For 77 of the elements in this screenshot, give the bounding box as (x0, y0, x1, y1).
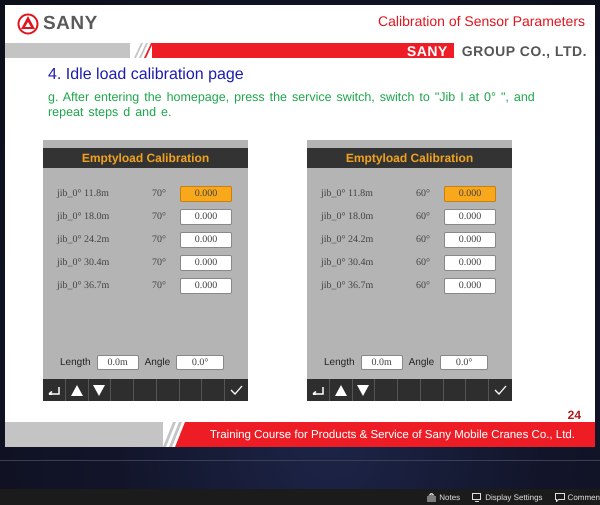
toolbar-button[interactable] (88, 379, 112, 401)
value-field[interactable]: 0.000 (444, 254, 496, 270)
toolbar-button[interactable] (489, 379, 512, 401)
value-field[interactable]: 0.000 (444, 278, 496, 294)
length-label: Length (324, 357, 355, 368)
logo-icon (17, 13, 39, 35)
toolbar-button[interactable] (307, 379, 330, 401)
jib-label: jib_0° 36.7m (57, 280, 110, 291)
angle-label: 70° (152, 257, 167, 268)
angle-label: 70° (152, 234, 167, 245)
brand-name: SANY (406, 42, 449, 58)
blank-key[interactable] (156, 379, 180, 401)
down-arrow-icon (93, 384, 106, 396)
toolbar-button[interactable] (352, 379, 376, 401)
blank-key[interactable] (398, 379, 421, 401)
length-field[interactable]: 0.0m (96, 355, 139, 370)
notes-icon (427, 492, 436, 502)
jib-label: jib_0° 11.8m (321, 188, 374, 199)
value-field[interactable]: 0.000 (180, 254, 232, 270)
slide-title: Calibration of Sensor Parameters (378, 13, 585, 29)
jib-label: jib_0° 24.2m (321, 234, 374, 245)
angle-label: 70° (152, 280, 167, 291)
angle-field[interactable]: 0.0° (440, 355, 488, 370)
angle-label: Angle (144, 357, 170, 368)
angle-label: Angle (408, 357, 434, 368)
up-arrow-icon (334, 384, 347, 396)
status-button[interactable]: Commen (554, 492, 600, 502)
value-field[interactable]: 0.000 (444, 186, 496, 202)
instruction-text: g. After entering the homepage, press the service switch, switch to "Jib I at 0° ", and repeat steps d and e. (47, 89, 536, 120)
company-name: GROUP CO., LTD. (460, 42, 588, 58)
blank-key[interactable] (134, 379, 157, 401)
value-field[interactable]: 0.000 (444, 232, 496, 248)
up-arrow-icon (70, 384, 83, 396)
angle-label: 60° (416, 280, 431, 291)
check-icon (494, 385, 508, 395)
blank-key[interactable] (420, 379, 444, 401)
toolbar-button[interactable] (225, 379, 248, 401)
angle-field[interactable]: 0.0° (176, 355, 224, 370)
angle-label: 60° (416, 234, 431, 245)
status-button[interactable]: Display Settings (472, 492, 543, 502)
return-icon (312, 386, 324, 394)
jib-label: jib_0° 18.0m (321, 211, 374, 222)
status-button[interactable]: Notes (427, 492, 460, 502)
footer-text: Training Course for Products & Service of Sany Mobile Cranes Co., Ltd. (210, 428, 575, 440)
toolbar-button[interactable] (43, 379, 66, 401)
page-number: 24 (568, 408, 581, 422)
logo-text: SANY (43, 13, 98, 35)
angle-label: 70° (152, 188, 167, 199)
value-field[interactable]: 0.000 (444, 208, 496, 224)
angle-label: 60° (416, 211, 431, 222)
return-icon (48, 386, 60, 394)
angle-label: 60° (416, 188, 431, 199)
jib-label: jib_0° 30.4m (321, 257, 374, 268)
jib-label: jib_0° 11.8m (57, 188, 110, 199)
length-label: Length (60, 357, 91, 368)
value-field[interactable]: 0.000 (180, 186, 232, 202)
comment-icon (554, 492, 565, 502)
section-heading: 4. Idle load calibration page (47, 65, 245, 84)
value-field[interactable]: 0.000 (180, 232, 232, 248)
screen-title: Emptyload Calibration (307, 148, 512, 168)
angle-label: 70° (152, 211, 167, 222)
jib-label: jib_0° 30.4m (57, 257, 110, 268)
check-icon (230, 385, 244, 395)
blank-key[interactable] (444, 379, 466, 401)
toolbar-button[interactable] (66, 379, 89, 401)
screen-title: Emptyload Calibration (43, 148, 248, 168)
toolbar-button[interactable] (330, 379, 353, 401)
length-field[interactable]: 0.0m (360, 355, 403, 370)
angle-label: 60° (416, 257, 431, 268)
jib-label: jib_0° 18.0m (57, 211, 110, 222)
value-field[interactable]: 0.000 (180, 208, 232, 224)
value-field[interactable]: 0.000 (180, 278, 232, 294)
blank-key[interactable] (180, 379, 202, 401)
jib-label: jib_0° 24.2m (57, 234, 110, 245)
jib-label: jib_0° 36.7m (321, 280, 374, 291)
down-arrow-icon (357, 384, 370, 396)
monitor-icon (472, 492, 482, 502)
